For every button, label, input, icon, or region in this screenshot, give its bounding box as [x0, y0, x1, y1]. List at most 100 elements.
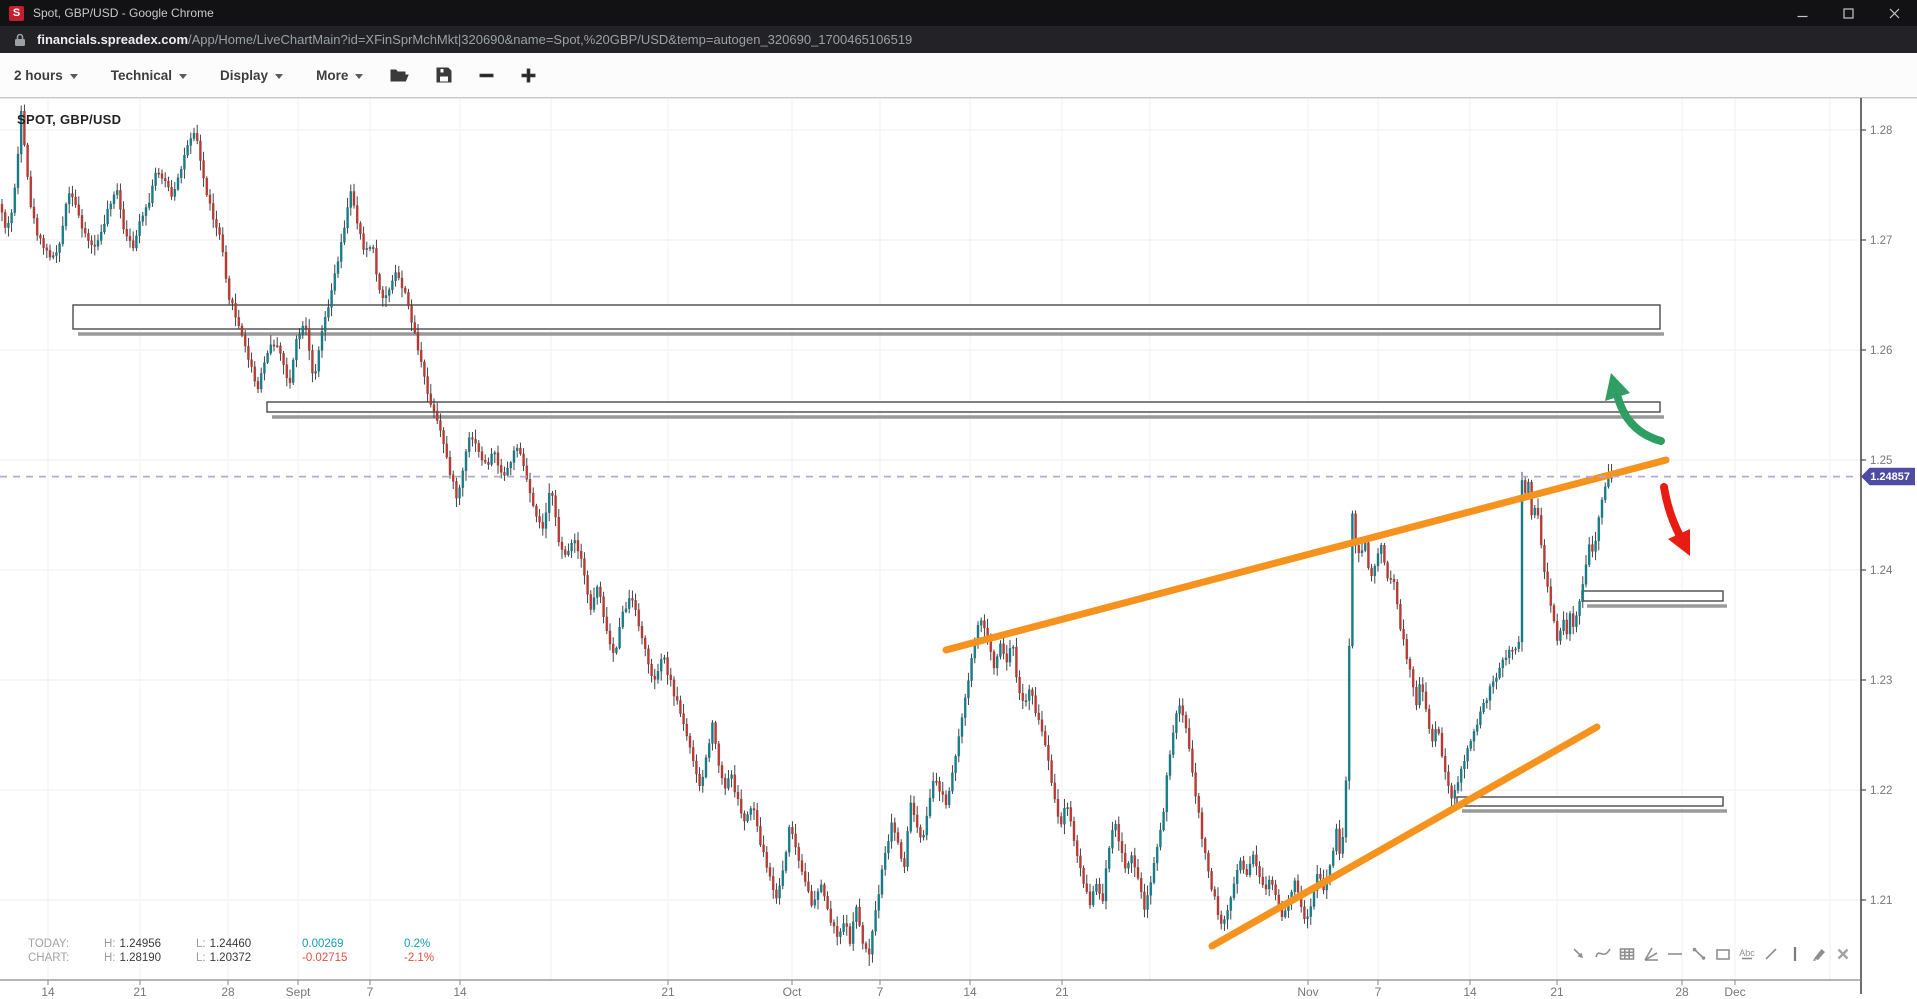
curve-icon: [1594, 945, 1612, 963]
price-chart-canvas[interactable]: 1.281.271.261.251.241.231.221.21142128Se…: [0, 0, 1917, 999]
today-high-value: 1.24956: [120, 938, 162, 952]
annotation-lines-layer: [0, 373, 1859, 946]
pointer-arrow-icon: [1570, 945, 1588, 963]
window-controls: [1779, 0, 1917, 26]
date-tick-label: 14: [1463, 985, 1477, 999]
resistance-zone-upper: [73, 305, 1660, 329]
today-low-value: 1.24460: [210, 938, 252, 952]
date-tick-label: 28: [221, 985, 235, 999]
svg-text:Abc: Abc: [1739, 948, 1755, 958]
tool-rectangle[interactable]: [1714, 944, 1732, 964]
drawing-toolbar: Abc: [1566, 941, 1852, 967]
tool-marker[interactable]: [1810, 944, 1828, 964]
price-tick-label: 1.25: [1870, 455, 1892, 467]
plus-icon: [521, 68, 536, 83]
technical-dropdown[interactable]: Technical: [111, 68, 187, 83]
chart-high-value: 1.28190: [120, 952, 162, 966]
date-tick-label: 21: [133, 985, 147, 999]
save-icon: [436, 67, 452, 83]
browser-address-bar[interactable]: financials.spreadex.com/App/Home/LiveCha…: [0, 26, 1917, 54]
chart-stats-row: CHART: H: 1.28190 L: 1.20372 -0.02715 -2.1…: [28, 952, 454, 966]
window-titlebar: S Spot, GBP/USD - Google Chrome: [0, 0, 1917, 26]
trend-line-icon: [1690, 945, 1708, 963]
price-tick-label: 1.27: [1870, 235, 1892, 247]
fan-lines-icon: [1642, 945, 1660, 963]
today-change-percent: 0.2%: [404, 938, 454, 952]
url-path: /App/Home/LiveChartMain?id=XFinSprMchMkt…: [188, 32, 912, 47]
price-tick-label: 1.23: [1870, 675, 1892, 687]
tool-text-abc[interactable]: Abc: [1738, 944, 1756, 964]
bearish-scenario-arrow: [1664, 487, 1679, 534]
chart-change-percent: -2.1%: [404, 952, 454, 966]
today-change-value: 0.00269: [302, 938, 380, 952]
timeframe-label: 2 hours: [14, 68, 63, 83]
tool-grid[interactable]: [1618, 944, 1636, 964]
axes-layer: 1.281.271.261.251.241.231.221.21142128Se…: [0, 98, 1917, 999]
window-title: Spot, GBP/USD - Google Chrome: [33, 6, 214, 20]
close-button[interactable]: [1871, 0, 1917, 26]
support-box-lower: [1457, 797, 1723, 806]
rising-wedge-bottom: [1212, 727, 1597, 946]
chart-low-label: L:: [196, 952, 206, 966]
price-tick-label: 1.26: [1870, 345, 1892, 357]
url-domain: financials.spreadex.com: [37, 32, 188, 47]
open-chart-button[interactable]: [390, 68, 409, 83]
price-tick-label: 1.28: [1870, 125, 1892, 137]
today-low-label: L:: [196, 938, 206, 952]
timeframe-dropdown[interactable]: 2 hours: [14, 68, 78, 83]
grid-icon: [1618, 945, 1636, 963]
today-label: TODAY:: [28, 938, 90, 952]
chevron-down-icon: [70, 74, 78, 79]
horizontal-line-icon: [1666, 945, 1684, 963]
chevron-down-icon: [275, 74, 283, 79]
date-tick-label: Sept: [286, 985, 311, 999]
tool-close[interactable]: [1834, 944, 1852, 964]
today-high-label: H:: [104, 938, 116, 952]
date-tick-label: 7: [877, 985, 884, 999]
chart-symbol-title: SPOT, GBP/USD: [17, 112, 121, 127]
minimize-icon: [1797, 8, 1808, 19]
tool-diagonal-line[interactable]: [1762, 944, 1780, 964]
date-tick-label: 7: [1375, 985, 1382, 999]
zoom-in-button[interactable]: [521, 68, 536, 83]
current-price-badge: 1.24857: [1861, 467, 1915, 486]
display-dropdown[interactable]: Display: [220, 68, 283, 83]
technical-label: Technical: [111, 68, 172, 83]
save-chart-button[interactable]: [436, 67, 452, 83]
rectangle-icon: [1714, 945, 1732, 963]
minimize-button[interactable]: [1779, 0, 1825, 26]
price-stats-legend: TODAY: H:1.24956 L:1.24460 0.00269 0.2% …: [28, 938, 454, 965]
date-tick-label: 14: [41, 985, 55, 999]
tool-fan-lines[interactable]: [1642, 944, 1660, 964]
date-tick-label: 14: [453, 985, 467, 999]
chart-low-value: 1.20372: [210, 952, 252, 966]
date-tick-label: 21: [1550, 985, 1564, 999]
support-box-upper: [1582, 591, 1723, 601]
text-abc-icon: Abc: [1738, 945, 1756, 963]
display-label: Display: [220, 68, 268, 83]
price-tick-label: 1.22: [1870, 785, 1892, 797]
tool-trend-line[interactable]: [1690, 944, 1708, 964]
more-label: More: [316, 68, 348, 83]
date-tick-label: 28: [1675, 985, 1689, 999]
chart-label: CHART:: [28, 952, 90, 966]
chevron-down-icon: [179, 74, 187, 79]
annotation-zones-layer: [73, 305, 1727, 811]
grid-layer: [0, 98, 1861, 980]
today-stats-row: TODAY: H: 1.24956 L: 1.24460 0.00269 0.2%: [28, 938, 454, 952]
date-tick-label: 14: [963, 985, 977, 999]
lock-icon: [14, 33, 26, 47]
price-tick-label: 1.24: [1870, 565, 1893, 577]
zoom-out-button[interactable]: [479, 68, 494, 83]
chart-change-value: -0.02715: [302, 952, 380, 966]
tool-curve[interactable]: [1594, 944, 1612, 964]
minus-icon: [479, 68, 494, 83]
close-icon: [1889, 8, 1900, 19]
tool-pointer-arrow[interactable]: [1570, 944, 1588, 964]
chart-high-label: H:: [104, 952, 116, 966]
tool-horizontal-line[interactable]: [1666, 944, 1684, 964]
chart-toolbar: 2 hours Technical Display More: [0, 53, 1917, 98]
maximize-button[interactable]: [1825, 0, 1871, 26]
date-tick-label: 7: [367, 985, 374, 999]
more-dropdown[interactable]: More: [316, 68, 363, 83]
